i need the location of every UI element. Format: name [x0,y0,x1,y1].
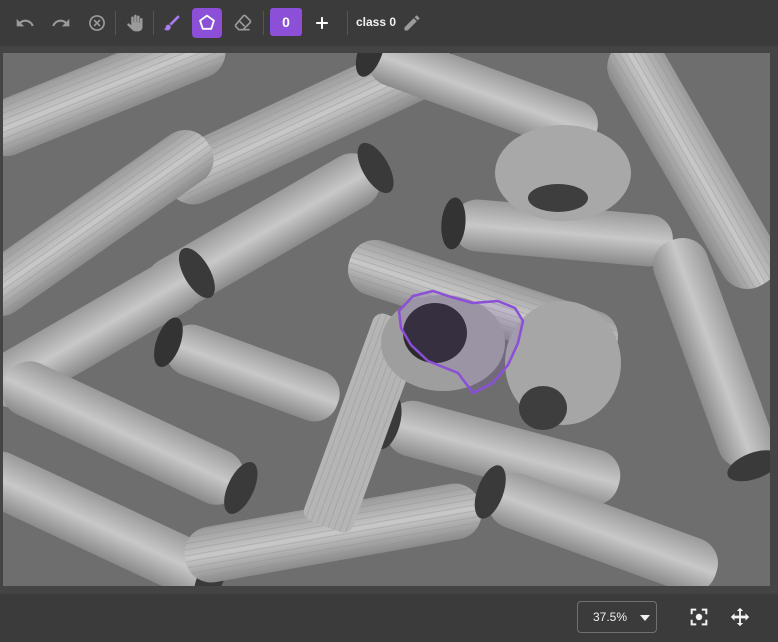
cancel-button[interactable] [82,8,112,38]
pasta-image [3,53,770,586]
undo-button[interactable] [10,8,40,38]
focus-icon [690,608,708,626]
toolbar-divider [347,11,348,35]
edit-class-button[interactable] [397,8,427,38]
brush-icon [164,15,180,31]
polygon-tool-button[interactable] [192,8,222,38]
undo-icon [16,18,34,27]
zoom-dropdown[interactable]: 37.5% [577,601,657,633]
class-name-label: class 0 [356,15,397,29]
pan-tool-button[interactable] [120,8,150,38]
caret-down-icon [640,615,650,621]
image-canvas[interactable] [3,53,770,586]
hand-icon [127,14,143,32]
move-icon [730,607,750,627]
canvas-frame [0,46,778,594]
move-view-button[interactable] [727,604,753,630]
cancel-icon [89,15,105,31]
fit-to-screen-button[interactable] [686,604,712,630]
redo-icon [52,18,70,27]
toolbar-divider [263,11,264,35]
bottom-bar: 37.5% [0,594,778,642]
pencil-icon [404,15,420,31]
add-class-button[interactable] [307,8,337,38]
eraser-icon [234,14,252,31]
toolbar-divider [115,11,116,35]
toolbar-divider [153,11,154,35]
polygon-icon [199,14,215,30]
plus-icon [316,17,328,29]
redo-button[interactable] [46,8,76,38]
zoom-value: 37.5% [593,610,628,624]
class-id-chip[interactable]: 0 [270,8,302,36]
toolbar: 0 class 0 [0,0,778,46]
brush-tool-button[interactable] [157,8,187,38]
eraser-tool-button[interactable] [228,8,258,38]
